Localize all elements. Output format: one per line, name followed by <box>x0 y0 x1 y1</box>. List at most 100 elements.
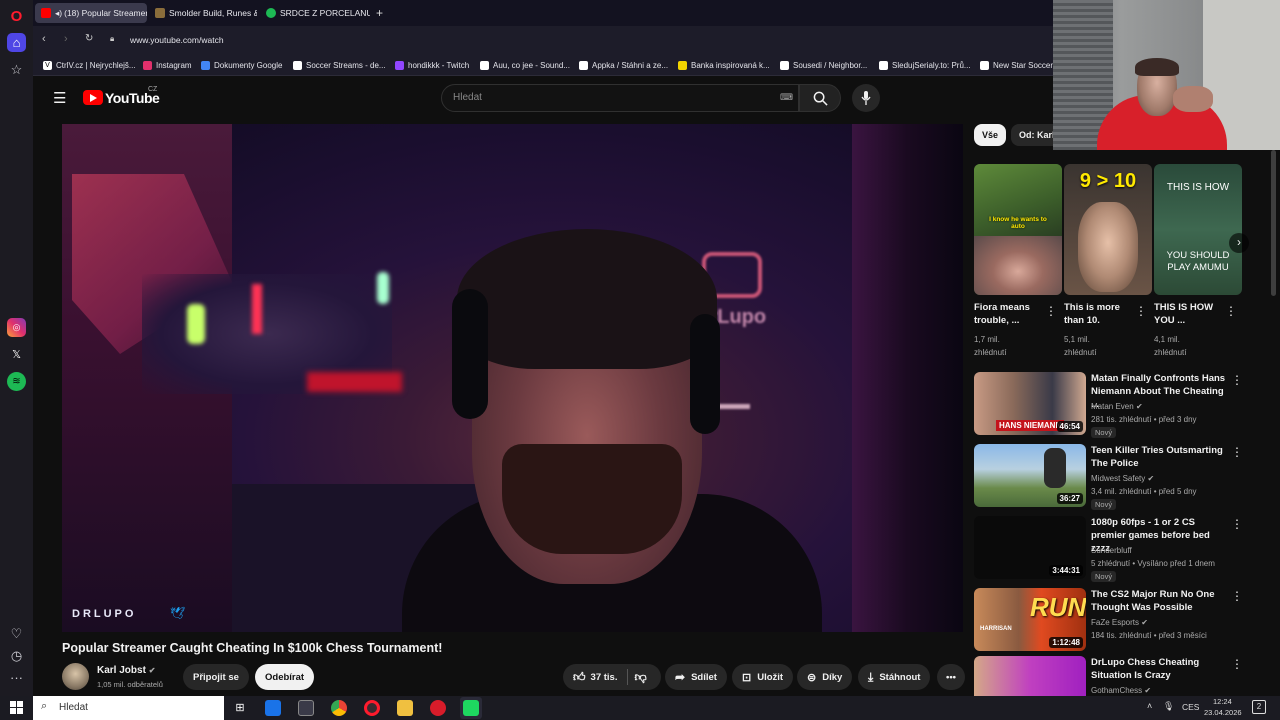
url-field[interactable]: www.youtube.com/watch <box>130 35 224 45</box>
bookmark-item[interactable]: New Star Soccer <box>980 58 1053 72</box>
task-view-icon[interactable]: ⊞ <box>232 700 248 716</box>
bookmark-item[interactable]: SledujSerialy.to: Prů... <box>879 58 971 72</box>
opera-icon[interactable] <box>364 700 380 716</box>
recommendation-channel[interactable]: FaZe Esports ✔ <box>1091 616 1148 629</box>
thumbs-up-icon: 👍︎ <box>573 669 586 684</box>
bookmark-item[interactable]: Sousedi / Neighbor... <box>780 58 867 72</box>
keyboard-icon[interactable]: ⌨ <box>780 92 793 103</box>
bookmark-item[interactable]: Soccer Streams - de... <box>293 58 386 72</box>
dislike-button[interactable]: 👎︎ <box>634 670 646 685</box>
home-icon[interactable]: ⌂ <box>7 33 26 52</box>
channel-name[interactable]: Karl Jobst ✔ <box>97 665 155 676</box>
instagram-icon[interactable]: ◎ <box>7 318 26 337</box>
recommendation-title[interactable]: Teen Killer Tries Outsmarting The Police <box>1091 444 1227 470</box>
microphone-tray-icon[interactable]: 🎙︎ <box>1163 701 1174 712</box>
recommendation-channel[interactable]: Matan Even ✔ <box>1091 400 1143 413</box>
bookmark-item[interactable]: Auu, co jee - Sound... <box>480 58 570 72</box>
kebab-menu-icon[interactable]: ⋮ <box>1225 304 1237 318</box>
voice-search-button[interactable] <box>852 84 880 112</box>
shelf-title[interactable]: THIS IS HOW YOU ... <box>1154 301 1226 327</box>
kebab-menu-icon[interactable]: ⋮ <box>1231 517 1243 531</box>
video-player[interactable]: DrLupo DRLUPO 🕊︎ <box>62 124 963 632</box>
back-icon[interactable]: ‹ <box>42 33 46 45</box>
recommendation-title[interactable]: DrLupo Chess Cheating Situation Is Crazy <box>1091 656 1227 682</box>
recommendation-thumbnail[interactable]: 3:44:31 <box>974 516 1086 579</box>
tab-popular-streamer[interactable]: ◂) (18) Popular Streamer <box>35 3 147 23</box>
twitter-bird-icon: 🕊︎ <box>170 606 186 620</box>
star-icon[interactable]: ☆ <box>7 60 26 79</box>
kebab-menu-icon[interactable]: ⋮ <box>1135 304 1147 318</box>
language-indicator[interactable]: CES <box>1182 702 1199 712</box>
save-button[interactable]: ⊡ Uložit <box>732 664 794 690</box>
bookmark-item[interactable]: Appka / Stáhni a ze... <box>579 58 668 72</box>
kebab-menu-icon[interactable]: ⋮ <box>1231 373 1243 387</box>
windows-taskbar: ⌕ Hledat ⊞ ˄ 🎙︎ CES 12:24 23.04.2026 2 <box>0 696 1280 720</box>
recommendation-meta: 184 tis. zhlédnutí • před 3 měsíci <box>1091 631 1207 640</box>
search-button[interactable] <box>799 84 841 112</box>
more-horizontal-icon: ••• <box>946 671 956 683</box>
shelf-thumbnail[interactable]: I know he wants to auto <box>974 164 1062 295</box>
person-hand <box>1173 86 1213 112</box>
recommendation-thumbnail[interactable]: RUN HARRISAN 1:12:48 <box>974 588 1086 651</box>
recommendation-channel[interactable]: Midwest Safety ✔ <box>1091 472 1154 485</box>
windows-start-icon[interactable] <box>10 701 23 714</box>
kebab-menu-icon[interactable]: ⋮ <box>1231 589 1243 603</box>
spotify-icon[interactable]: ≋ <box>7 372 26 391</box>
clock-time[interactable]: 12:24 <box>1213 697 1232 706</box>
active-app-button[interactable] <box>460 697 482 719</box>
heart-icon[interactable]: ♡ <box>7 624 26 643</box>
taskbar-search-input[interactable]: ⌕ Hledat <box>33 696 224 720</box>
kebab-menu-icon[interactable]: ⋮ <box>1045 304 1057 318</box>
recommendation-thumbnail[interactable]: HANS NIEMANN 46:54 <box>974 372 1086 435</box>
clock-date[interactable]: 23.04.2026 <box>1204 708 1242 717</box>
more-icon[interactable]: ··· <box>7 668 26 687</box>
recommendation-thumbnail[interactable]: 36:27 <box>974 444 1086 507</box>
kebab-menu-icon[interactable]: ⋮ <box>1231 445 1243 459</box>
duration-badge: 36:27 <box>1056 493 1083 504</box>
recommendation-channel[interactable]: Sunderbluff <box>1091 544 1132 557</box>
like-button[interactable]: 👍︎ 37 tis. <box>573 670 617 685</box>
shelf-thumbnail[interactable]: THIS IS HOW YOU SHOULD PLAY AMUMU <box>1154 164 1242 295</box>
file-explorer-icon[interactable] <box>397 700 413 716</box>
channel-avatar[interactable] <box>62 663 89 690</box>
bookmark-item[interactable]: Instagram <box>143 58 192 72</box>
shelf-thumbnail[interactable]: 9 > 10 <box>1064 164 1152 295</box>
shelf-title[interactable]: Fiora means trouble, ... <box>974 301 1046 327</box>
opera-logo-icon[interactable]: O <box>7 7 26 26</box>
shelf-next-icon[interactable]: › <box>1229 233 1249 253</box>
tray-chevron-icon[interactable]: ˄ <box>1147 701 1152 711</box>
store-icon[interactable] <box>298 700 314 716</box>
page-scrollbar[interactable] <box>1271 150 1276 296</box>
thanks-button[interactable]: ⊜ Díky <box>797 664 853 690</box>
chip-all[interactable]: Vše <box>974 124 1007 146</box>
download-button[interactable]: ⤓ Stáhnout <box>858 664 931 690</box>
forward-icon[interactable]: › <box>64 33 68 45</box>
bookmark-item[interactable]: Banka inspirovaná k... <box>678 58 770 72</box>
notification-icon[interactable]: 2 <box>1252 700 1266 714</box>
search-input[interactable]: Hledat ⌨ <box>441 84 799 112</box>
share-button[interactable]: ➦ Sdílet <box>665 664 727 690</box>
recommendation-title[interactable]: The CS2 Major Run No One Thought Was Pos… <box>1091 588 1227 614</box>
join-button[interactable]: Připojit se <box>183 664 249 690</box>
shelf-title[interactable]: This is more than 10. <box>1064 301 1136 327</box>
tab-smolder-build[interactable]: Smolder Build, Runes & C <box>149 3 257 23</box>
mail-icon[interactable] <box>265 700 281 716</box>
history-icon[interactable]: ◷ <box>7 646 26 665</box>
app-icon[interactable] <box>430 700 446 716</box>
kebab-menu-icon[interactable]: ⋮ <box>1231 657 1243 671</box>
bookmark-item[interactable]: hondikkk - Twitch <box>395 58 469 72</box>
recommendation-meta: 5 zhlédnutí • Vysíláno před 1 dnem <box>1091 559 1215 568</box>
mint-light <box>377 272 389 304</box>
bookmark-item[interactable]: Dokumenty Google <box>201 58 282 72</box>
subscribe-button[interactable]: Odebírat <box>255 664 315 690</box>
menu-icon[interactable]: ☰ <box>53 89 66 107</box>
tab-srdce-z-porcelanu[interactable]: SRDCE Z PORCELANU - Al <box>260 3 370 23</box>
bookmark-item[interactable]: V CtrlV.cz | Nejrychlejš... <box>43 58 136 72</box>
reload-icon[interactable]: ↻ <box>85 33 93 44</box>
more-actions-button[interactable]: ••• <box>937 664 965 690</box>
x-twitter-icon[interactable]: 𝕏 <box>7 345 26 364</box>
chrome-icon[interactable] <box>331 700 347 716</box>
recommendation-thumbnail[interactable] <box>974 656 1086 696</box>
new-tab-icon[interactable]: + <box>376 6 383 20</box>
youtube-logo-icon[interactable] <box>83 90 103 105</box>
